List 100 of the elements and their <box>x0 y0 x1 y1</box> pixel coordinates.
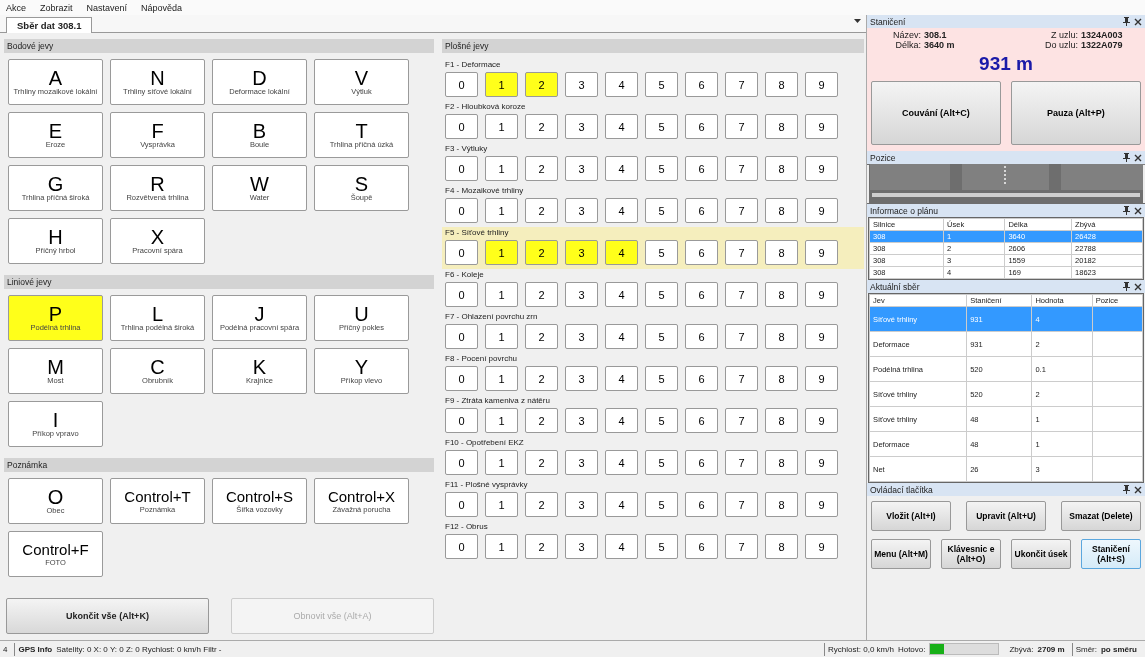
level-button[interactable]: 2 <box>525 114 558 139</box>
level-button[interactable]: 0 <box>445 282 478 307</box>
level-button[interactable]: 3 <box>565 534 598 559</box>
level-button[interactable]: 2 <box>525 282 558 307</box>
level-button[interactable]: 9 <box>805 240 838 265</box>
level-button[interactable]: 7 <box>725 366 758 391</box>
level-button[interactable]: 0 <box>445 324 478 349</box>
control-button[interactable]: Staničení (Alt+S) <box>1081 539 1141 569</box>
level-button[interactable]: 0 <box>445 534 478 559</box>
level-button[interactable]: 5 <box>645 114 678 139</box>
level-button[interactable]: 9 <box>805 156 838 181</box>
level-button[interactable]: 6 <box>685 492 718 517</box>
level-button[interactable]: 6 <box>685 72 718 97</box>
level-button[interactable]: 1 <box>485 534 518 559</box>
level-button[interactable]: 2 <box>525 450 558 475</box>
level-button[interactable]: 4 <box>605 492 638 517</box>
level-button[interactable]: 0 <box>445 492 478 517</box>
pin-icon[interactable] <box>1123 485 1130 494</box>
control-button[interactable]: Upravit (Alt+U) <box>966 501 1046 531</box>
control-button[interactable]: Ukončit úsek <box>1011 539 1071 569</box>
level-button[interactable]: 7 <box>725 282 758 307</box>
level-button[interactable]: 4 <box>605 534 638 559</box>
control-button[interactable]: Vložit (Alt+I) <box>871 501 951 531</box>
level-button[interactable]: 2 <box>525 198 558 223</box>
level-button[interactable]: 2 <box>525 240 558 265</box>
level-button[interactable]: 8 <box>765 114 798 139</box>
level-button[interactable]: 7 <box>725 114 758 139</box>
level-button[interactable]: 1 <box>485 324 518 349</box>
control-button[interactable]: Menu (Alt+M) <box>871 539 931 569</box>
dropdown-caret-icon[interactable] <box>854 19 861 24</box>
control-button[interactable]: Smazat (Delete) <box>1061 501 1141 531</box>
level-button[interactable]: 1 <box>485 492 518 517</box>
menu-item[interactable]: Akce <box>6 2 26 13</box>
level-button[interactable]: 1 <box>485 408 518 433</box>
level-button[interactable]: 7 <box>725 72 758 97</box>
level-button[interactable]: 4 <box>605 114 638 139</box>
level-button[interactable]: 3 <box>565 324 598 349</box>
level-button[interactable]: 1 <box>485 114 518 139</box>
level-button[interactable]: 9 <box>805 492 838 517</box>
level-button[interactable]: 6 <box>685 534 718 559</box>
level-button[interactable]: 5 <box>645 156 678 181</box>
level-button[interactable]: 4 <box>605 240 638 265</box>
menu-item[interactable]: Nápověda <box>141 2 183 13</box>
level-button[interactable]: 5 <box>645 450 678 475</box>
level-button[interactable]: 4 <box>605 408 638 433</box>
pin-icon[interactable] <box>1123 153 1130 162</box>
close-icon[interactable] <box>1134 282 1142 291</box>
level-button[interactable]: 2 <box>525 408 558 433</box>
level-button[interactable]: 7 <box>725 324 758 349</box>
level-button[interactable]: 6 <box>685 366 718 391</box>
level-button[interactable]: 6 <box>685 282 718 307</box>
level-button[interactable]: 6 <box>685 450 718 475</box>
level-button[interactable]: 8 <box>765 366 798 391</box>
level-button[interactable]: 5 <box>645 198 678 223</box>
level-button[interactable]: 3 <box>565 492 598 517</box>
level-button[interactable]: 8 <box>765 72 798 97</box>
level-button[interactable]: 1 <box>485 198 518 223</box>
level-button[interactable]: 9 <box>805 72 838 97</box>
level-button[interactable]: 3 <box>565 408 598 433</box>
level-button[interactable]: 8 <box>765 282 798 307</box>
level-button[interactable]: 1 <box>485 156 518 181</box>
level-button[interactable]: 1 <box>485 450 518 475</box>
level-button[interactable]: 0 <box>445 408 478 433</box>
level-button[interactable]: 7 <box>725 408 758 433</box>
level-button[interactable]: 3 <box>565 156 598 181</box>
level-button[interactable]: 8 <box>765 450 798 475</box>
level-button[interactable]: 5 <box>645 324 678 349</box>
level-button[interactable]: 0 <box>445 240 478 265</box>
level-button[interactable]: 2 <box>525 492 558 517</box>
level-button[interactable]: 0 <box>445 72 478 97</box>
control-button[interactable]: Klávesnic e (Alt+O) <box>941 539 1001 569</box>
level-button[interactable]: 9 <box>805 366 838 391</box>
level-button[interactable]: 2 <box>525 156 558 181</box>
menu-item[interactable]: Zobrazit <box>40 2 73 13</box>
level-button[interactable]: 3 <box>565 366 598 391</box>
level-button[interactable]: 4 <box>605 366 638 391</box>
level-button[interactable]: 5 <box>645 534 678 559</box>
level-button[interactable]: 4 <box>605 198 638 223</box>
level-button[interactable]: 4 <box>605 324 638 349</box>
level-button[interactable]: 8 <box>765 408 798 433</box>
level-button[interactable]: 6 <box>685 324 718 349</box>
level-button[interactable]: 7 <box>725 450 758 475</box>
level-button[interactable]: 0 <box>445 450 478 475</box>
level-button[interactable]: 2 <box>525 366 558 391</box>
level-button[interactable]: 3 <box>565 198 598 223</box>
close-icon[interactable] <box>1134 17 1142 26</box>
level-button[interactable]: 8 <box>765 240 798 265</box>
menu-item[interactable]: Nastavení <box>86 2 128 13</box>
level-button[interactable]: 8 <box>765 534 798 559</box>
level-button[interactable]: 6 <box>685 408 718 433</box>
level-button[interactable]: 9 <box>805 450 838 475</box>
level-button[interactable]: 6 <box>685 198 718 223</box>
level-button[interactable]: 3 <box>565 114 598 139</box>
level-button[interactable]: 2 <box>525 72 558 97</box>
level-button[interactable]: 9 <box>805 198 838 223</box>
level-button[interactable]: 7 <box>725 492 758 517</box>
level-button[interactable]: 8 <box>765 324 798 349</box>
level-button[interactable]: 8 <box>765 492 798 517</box>
level-button[interactable]: 0 <box>445 198 478 223</box>
level-button[interactable]: 2 <box>525 324 558 349</box>
